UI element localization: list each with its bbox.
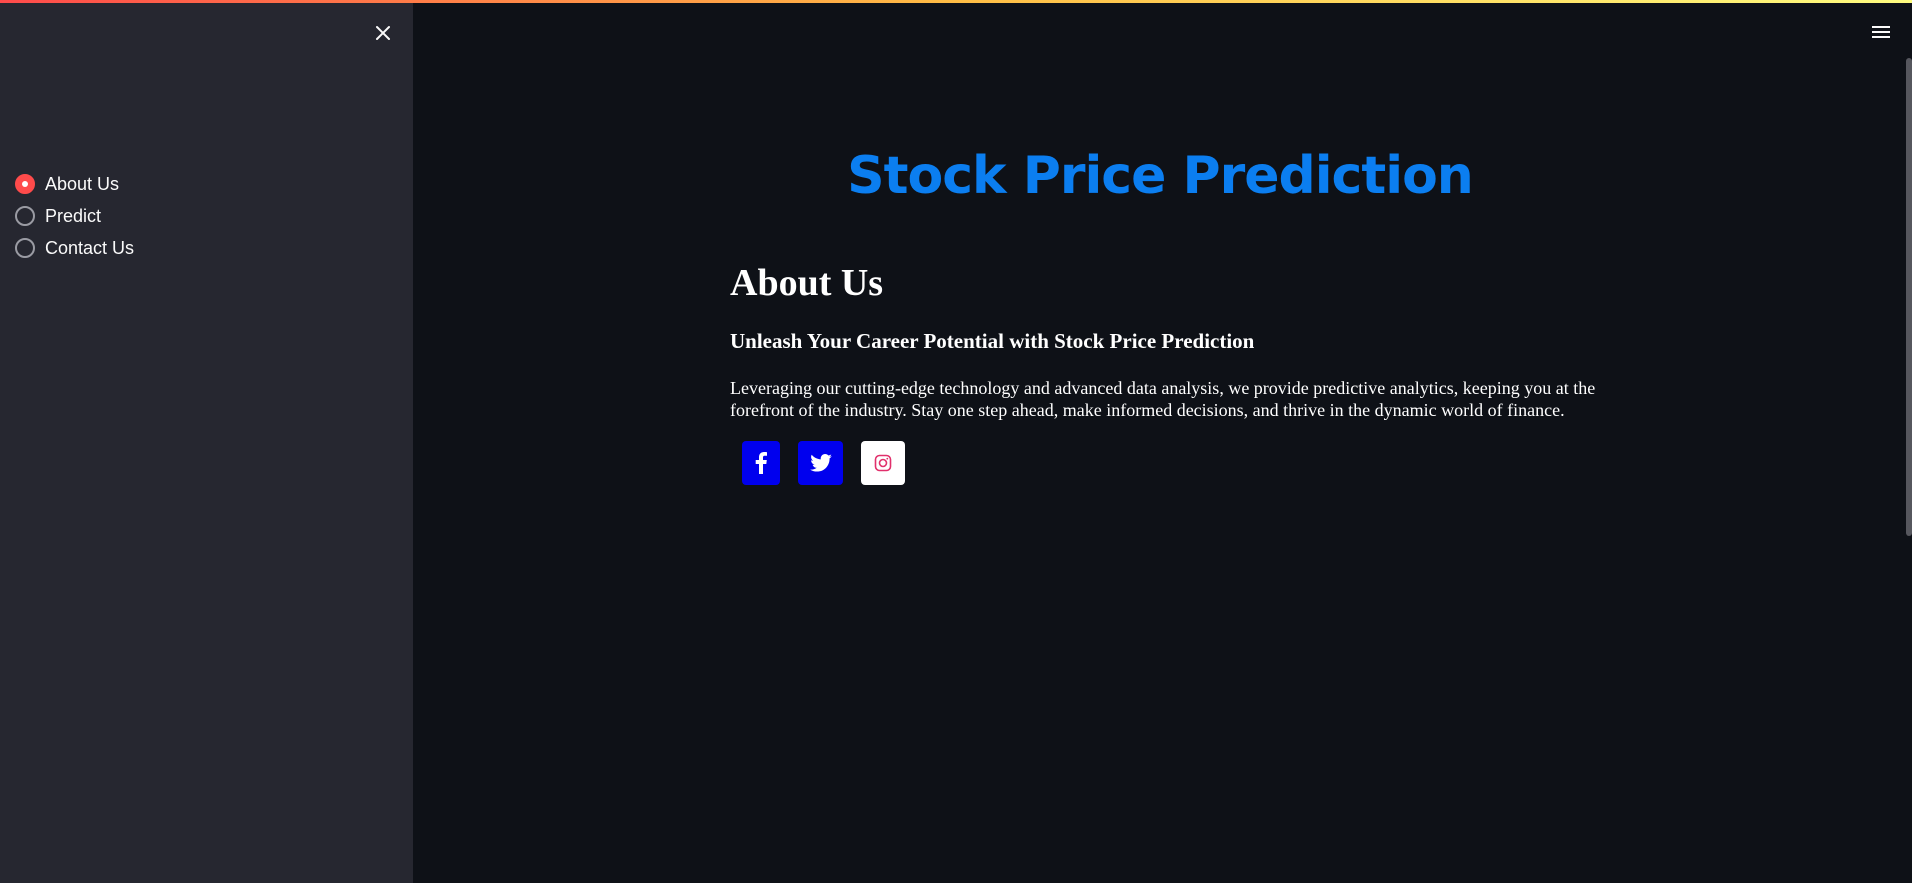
main-content: Stock Price Prediction About Us Unleash …	[413, 0, 1912, 883]
nav-option-predict[interactable]: Predict	[15, 200, 134, 232]
facebook-link-button[interactable]	[742, 441, 780, 485]
main-menu-button[interactable]	[1868, 22, 1894, 42]
twitter-link-button[interactable]	[798, 441, 843, 485]
page-title: Stock Price Prediction	[847, 146, 1474, 206]
close-icon	[376, 26, 390, 40]
close-sidebar-button[interactable]	[370, 20, 396, 46]
facebook-icon	[755, 452, 767, 474]
nav-option-label: Contact Us	[45, 237, 135, 258]
instagram-icon	[874, 454, 892, 472]
radio-unselected-icon[interactable]	[15, 206, 35, 226]
top-decoration-bar	[0, 0, 1912, 3]
section-subtitle: Unleash Your Career Potential with Stock…	[730, 329, 1255, 353]
hamburger-menu-icon	[1872, 26, 1890, 38]
sidebar: About Us Predict Contact Us	[0, 0, 413, 883]
section-title: About Us	[730, 262, 884, 304]
nav-option-about-us[interactable]: About Us	[15, 168, 134, 200]
about-section: About Us Unleash Your Career Potential w…	[730, 258, 1610, 485]
section-description: Leveraging our cutting-edge technology a…	[730, 378, 1596, 420]
vertical-scrollbar[interactable]	[1906, 58, 1912, 536]
nav-radio-group: About Us Predict Contact Us	[15, 168, 134, 264]
instagram-link-button[interactable]	[861, 441, 905, 485]
social-links	[742, 441, 1610, 485]
radio-unselected-icon[interactable]	[15, 238, 35, 258]
nav-option-label: About Us	[45, 173, 120, 194]
radio-selected-icon[interactable]	[15, 174, 35, 194]
twitter-icon	[809, 454, 832, 472]
nav-option-contact-us[interactable]: Contact Us	[15, 232, 134, 264]
nav-option-label: Predict	[45, 205, 102, 226]
